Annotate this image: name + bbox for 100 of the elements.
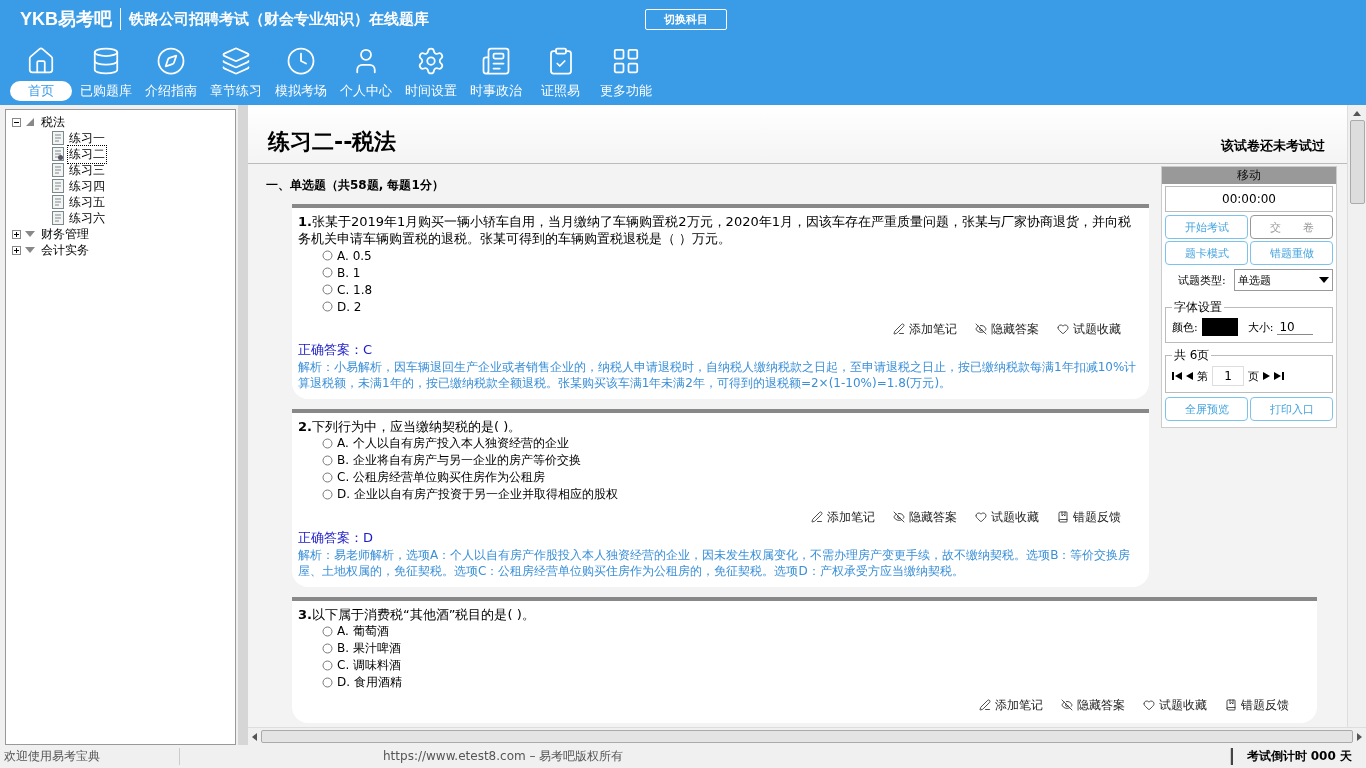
document-pin-icon — [52, 147, 64, 161]
radio-button[interactable] — [322, 267, 333, 278]
eye-icon — [1061, 699, 1073, 711]
book-icon — [1057, 511, 1069, 523]
action-link[interactable]: 错题反馈 — [1225, 696, 1289, 714]
radio-button[interactable] — [322, 438, 333, 449]
option-label[interactable]: A. 葡萄酒 — [337, 623, 389, 640]
question-text: 1.张某于2019年1月购买一辆小轿车自用，当月缴纳了车辆购置税2万元，2020年1月，因该车存在严重质量问题，张某与厂家协商退货，并向税务机关申请车辆购置税的退税。张某可得到的车辆购置税退税是（ ）万元。 — [298, 213, 1132, 247]
heart-icon — [1057, 323, 1069, 335]
pencil-icon — [979, 699, 991, 711]
section-heading: 一、单选题（共58题, 每题1分） — [265, 177, 445, 194]
pencil-icon — [893, 323, 905, 335]
action-link[interactable]: 隐藏答案 — [893, 508, 957, 526]
left-arrow-icon[interactable] — [252, 732, 257, 741]
expand-icon[interactable] — [12, 245, 21, 255]
previous-icon[interactable] — [1186, 372, 1193, 380]
scroll-thumb[interactable] — [261, 730, 1353, 743]
action-link[interactable]: 试题收藏 — [1057, 320, 1121, 338]
expand-icon[interactable] — [12, 229, 21, 239]
radio-button[interactable] — [322, 643, 333, 654]
heart-icon — [1143, 699, 1155, 711]
action-link[interactable]: 隐藏答案 — [1061, 696, 1125, 714]
logo: YKB易考吧 — [20, 8, 112, 31]
option-label[interactable]: B. 企业将自有房产与另一企业的房产等价交换 — [337, 452, 581, 469]
paper-title: 练习二--税法 — [268, 128, 397, 156]
triangle-icon — [24, 229, 36, 239]
copyright-text: https://www.etest8.com – 易考吧版权所有 — [268, 748, 1231, 765]
caret-icon — [1319, 277, 1329, 283]
welcome-text: 欢迎使用易考宝典 — [0, 748, 180, 765]
page-suffix: 页 — [1248, 368, 1259, 384]
action-link[interactable]: 添加笔记 — [893, 320, 957, 338]
last-page-icon[interactable] — [1274, 372, 1284, 380]
document-icon — [52, 195, 64, 209]
correct-answer: 正确答案：D — [298, 529, 374, 547]
action-link[interactable]: 试题收藏 — [1143, 696, 1207, 714]
document-icon — [52, 211, 64, 225]
compass-icon[interactable] — [155, 46, 186, 76]
panel-header[interactable]: 移动 — [1162, 167, 1336, 184]
option-label[interactable]: C. 调味料酒 — [337, 657, 401, 674]
option-label[interactable]: B. 果汁啤酒 — [337, 640, 401, 657]
option-label[interactable]: B. 1 — [337, 265, 361, 280]
app-title: 铁路公司招聘考试（财会专业知识）在线题库 — [129, 9, 429, 29]
option-label[interactable]: A. 个人以自有房产投入本人独资经营的企业 — [337, 435, 569, 452]
radio-button[interactable] — [322, 489, 333, 500]
radio-button[interactable] — [322, 626, 333, 637]
analysis-text: 解析：易老师解析，选项A：个人以自有房产作股投入本人独资经营的企业，因未发生权属变化，不需办理房产变更手续，故不缴纳契税。选项B：等价交换房屋、土地权属的，免征契税。选项C：公租房经营单位购买住房作为公租房的，免征契税。选项D：产权承受方应当缴纳契税。 — [298, 547, 1132, 579]
option-label[interactable]: A. 0.5 — [337, 248, 372, 263]
triangle-icon — [24, 117, 36, 127]
eye-icon — [893, 511, 905, 523]
option-label[interactable]: C. 1.8 — [337, 282, 373, 297]
newspaper-icon[interactable] — [480, 46, 511, 76]
exam-status: 该试卷还未考试过 — [1221, 137, 1325, 155]
color-label: 颜色: — [1172, 319, 1198, 335]
option-label[interactable]: D. 食用酒精 — [337, 674, 402, 691]
eye-icon — [975, 323, 987, 335]
horizontal-scrollbar[interactable] — [248, 727, 1366, 745]
layers-icon[interactable] — [220, 46, 251, 76]
type-label: 试题类型: — [1178, 272, 1226, 288]
triangle-icon — [24, 245, 36, 255]
pencil-icon — [811, 511, 823, 523]
radio-button[interactable] — [322, 301, 333, 312]
countdown-text: 考试倒计时 000 天 — [1230, 748, 1366, 765]
radio-button[interactable] — [322, 660, 333, 671]
color-swatch[interactable] — [1201, 318, 1238, 336]
radio-button[interactable] — [322, 677, 333, 688]
right-arrow-icon[interactable] — [1357, 732, 1362, 741]
group-label: 共 6页 — [1173, 347, 1211, 364]
page-prefix: 第 — [1197, 368, 1208, 384]
action-link[interactable]: 添加笔记 — [979, 696, 1043, 714]
next-icon[interactable] — [1263, 372, 1270, 380]
action-link[interactable]: 隐藏答案 — [975, 320, 1039, 338]
document-icon — [52, 163, 64, 177]
correct-answer: 正确答案：C — [298, 341, 374, 359]
question-text: 2.下列行为中，应当缴纳契税的是( )。 — [298, 418, 523, 435]
up-arrow-icon[interactable] — [1353, 111, 1361, 116]
radio-button[interactable] — [322, 284, 333, 295]
vertical-scrollbar[interactable] — [1347, 105, 1366, 727]
scroll-thumb[interactable] — [1349, 120, 1365, 204]
size-field[interactable]: 10 — [1277, 319, 1314, 335]
action-link[interactable]: 错题反馈 — [1057, 508, 1121, 526]
timer: 00:00:00 — [1165, 186, 1333, 212]
option-label[interactable]: D. 2 — [337, 299, 362, 314]
question-text: 3.以下属于消费税“其他酒”税目的是( )。 — [298, 606, 536, 623]
option-label[interactable]: D. 企业以自有房产投资于另一企业并取得相应的股权 — [337, 486, 618, 503]
first-page-icon[interactable] — [1172, 372, 1182, 380]
action-link[interactable]: 添加笔记 — [811, 508, 875, 526]
tree-item[interactable]: 税法 — [39, 112, 67, 132]
clock-icon[interactable] — [285, 46, 316, 76]
heart-icon — [975, 511, 987, 523]
radio-button[interactable] — [322, 455, 333, 466]
document-icon — [52, 131, 64, 145]
action-link[interactable]: 试题收藏 — [975, 508, 1039, 526]
type-dropdown[interactable]: 单选题 — [1233, 269, 1333, 291]
option-label[interactable]: C. 公租房经营单位购买住房作为公租房 — [337, 469, 545, 486]
radio-button[interactable] — [322, 250, 333, 261]
analysis-text: 解析：小易解析，因车辆退回生产企业或者销售企业的，纳税人申请退税时，自纳税人缴纳税款之日起，至申请退税之日止，按已缴纳税款每满1年扣减10%计算退税额，未满1年的，按已缴纳税款全额退税。张某购买该车满1年未满2年，可得到的退税额=2×(1-10%)=1.8(万元)。 — [298, 359, 1138, 391]
radio-button[interactable] — [322, 472, 333, 483]
collapse-icon[interactable] — [12, 117, 21, 127]
page-field[interactable]: 1 — [1212, 366, 1244, 386]
tree-item[interactable]: 练习二 — [67, 144, 107, 164]
